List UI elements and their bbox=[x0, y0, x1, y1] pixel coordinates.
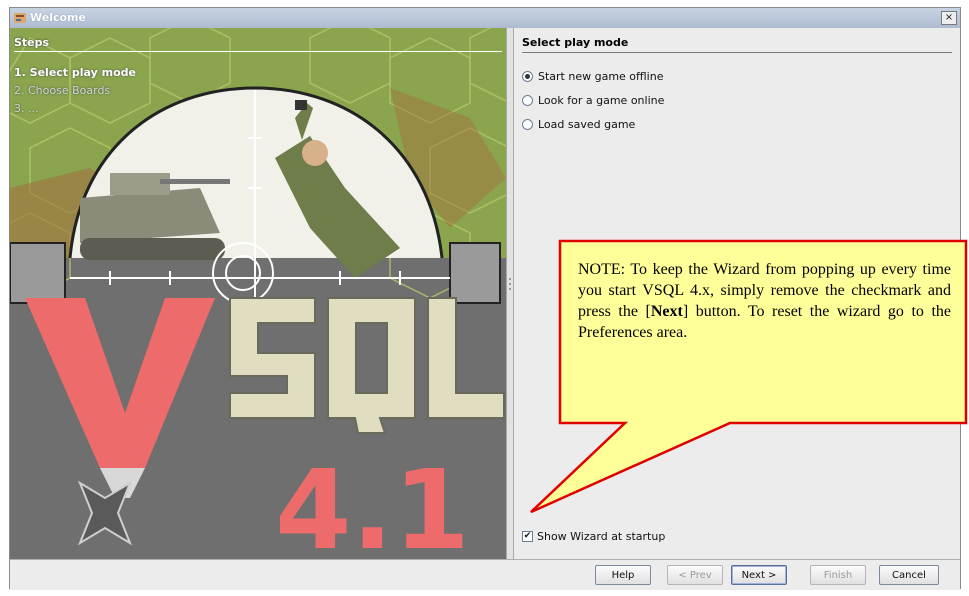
cancel-button[interactable]: Cancel bbox=[879, 565, 939, 585]
splitter[interactable] bbox=[506, 28, 514, 559]
checkbox-checked-icon[interactable]: ✔ bbox=[522, 531, 533, 542]
radio-icon[interactable] bbox=[522, 119, 533, 130]
app-icon bbox=[14, 13, 26, 23]
splash-artwork: 4.1 bbox=[10, 28, 506, 559]
close-icon[interactable]: × bbox=[941, 11, 957, 25]
option-label: Start new game offline bbox=[538, 70, 664, 83]
version-graphic: 4.1 bbox=[275, 446, 470, 559]
show-wizard-checkbox[interactable]: ✔ Show Wizard at startup bbox=[522, 530, 665, 543]
note-text: NOTE: To keep the Wizard from popping up… bbox=[578, 261, 951, 341]
prev-button[interactable]: < Prev bbox=[667, 565, 723, 585]
splash-panel: 4.1 Steps 1. Select play mode 2. Choose … bbox=[10, 28, 506, 559]
radio-icon[interactable] bbox=[522, 95, 533, 106]
option-start-offline[interactable]: Start new game offline bbox=[522, 70, 663, 83]
step-3: 3. ... bbox=[14, 102, 39, 115]
option-load-saved[interactable]: Load saved game bbox=[522, 118, 635, 131]
option-label: Look for a game online bbox=[538, 94, 665, 107]
option-label: Load saved game bbox=[538, 118, 636, 131]
option-look-online[interactable]: Look for a game online bbox=[522, 94, 664, 107]
steps-header: Steps bbox=[14, 36, 502, 52]
title-bar[interactable]: Welcome × bbox=[10, 8, 960, 29]
finish-button[interactable]: Finish bbox=[810, 565, 866, 585]
step-2: 2. Choose Boards bbox=[14, 84, 111, 97]
next-button[interactable]: Next > bbox=[731, 565, 787, 585]
show-wizard-label: Show Wizard at startup bbox=[537, 530, 666, 543]
help-button[interactable]: Help bbox=[595, 565, 651, 585]
window-title: Welcome bbox=[30, 11, 86, 24]
page-title: Select play mode bbox=[522, 36, 952, 53]
button-bar: Help < Prev Next > Finish Cancel bbox=[10, 559, 960, 590]
step-1: 1. Select play mode bbox=[14, 66, 136, 79]
radio-selected-icon[interactable] bbox=[522, 71, 533, 82]
